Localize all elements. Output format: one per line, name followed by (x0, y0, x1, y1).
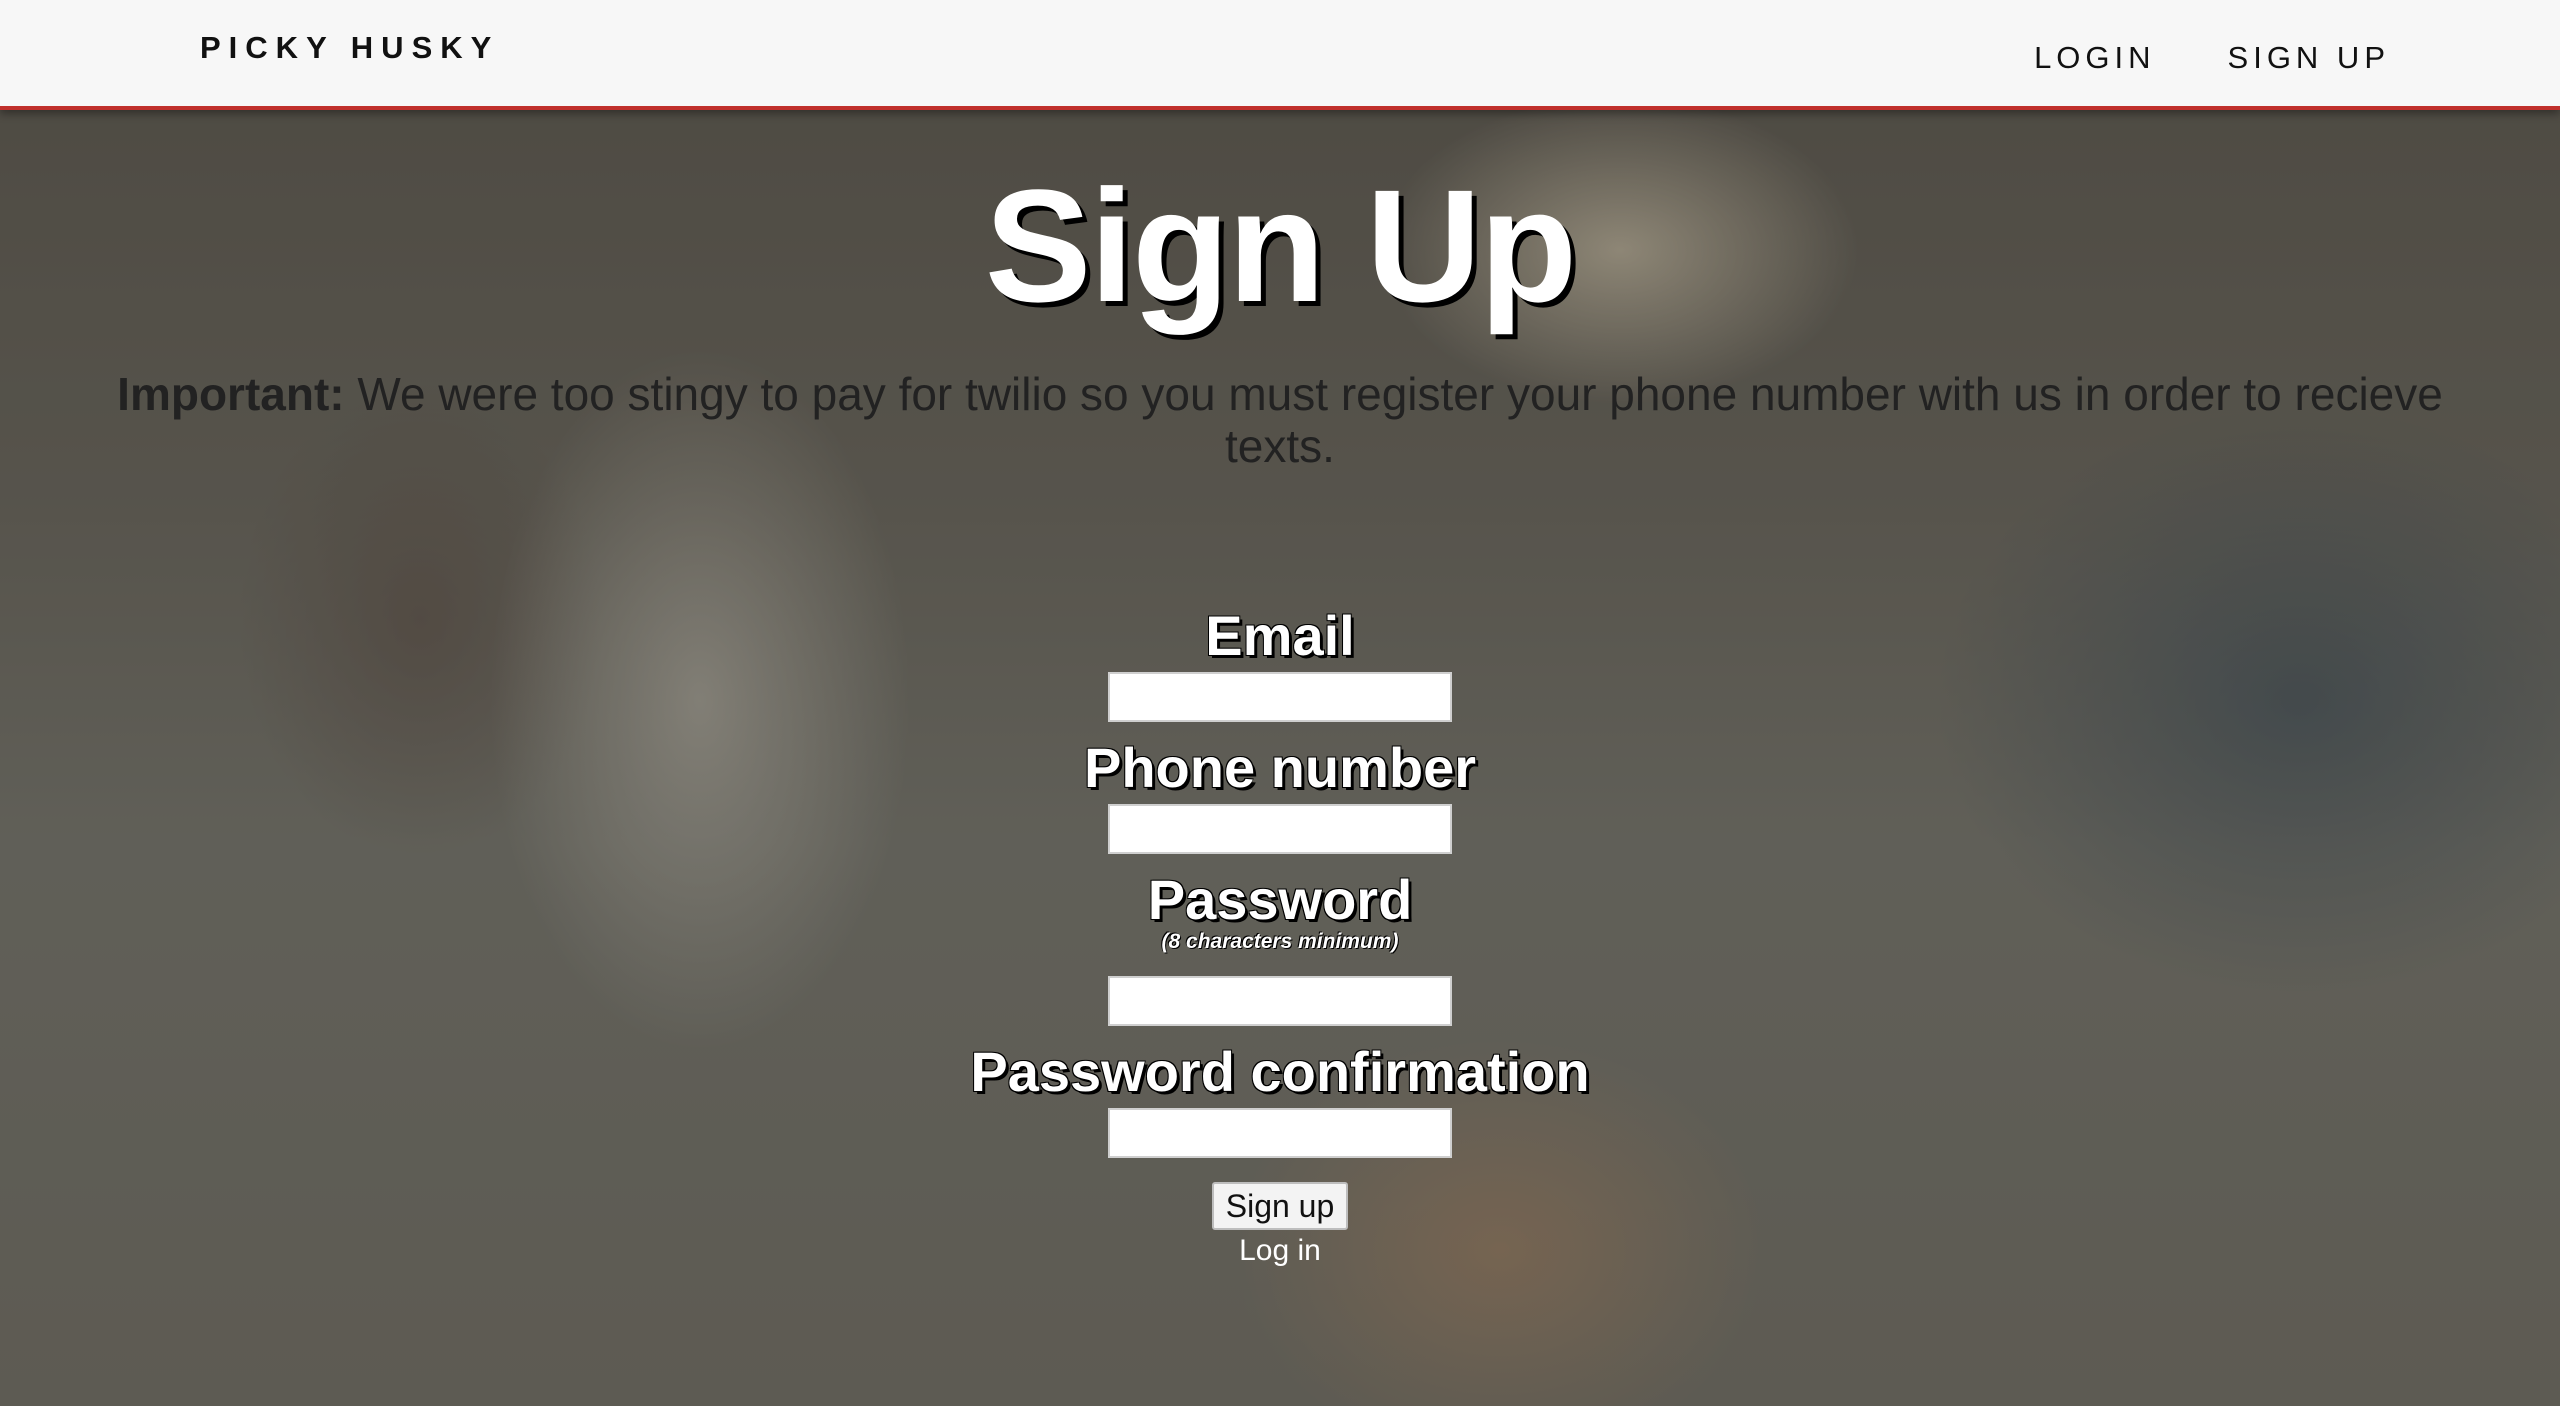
nav-links: LOGIN SIGN UP (2034, 40, 2390, 76)
notice-strong: Important: (117, 368, 345, 420)
nav-login-link[interactable]: LOGIN (2034, 40, 2155, 76)
sign-up-button[interactable]: Sign up (1212, 1182, 1348, 1230)
email-field[interactable] (1108, 672, 1452, 722)
important-notice: Important: We were too stingy to pay for… (80, 368, 2480, 472)
password-hint: (8 characters minimum) (1161, 930, 1399, 953)
password-confirmation-field[interactable] (1108, 1108, 1452, 1158)
phone-number-field[interactable] (1108, 804, 1452, 854)
page-title: Sign Up (984, 156, 1577, 335)
phone-number-label: Phone number (1083, 736, 1477, 799)
signup-page: Sign Up Important: We were too stingy to… (0, 106, 2560, 1406)
nav-signup-link[interactable]: SIGN UP (2228, 40, 2390, 76)
notice-text: We were too stingy to pay for twilio so … (344, 368, 2443, 472)
log-in-link[interactable]: Log in (0, 1234, 2560, 1268)
email-label: Email (1205, 604, 1355, 667)
password-field[interactable] (1108, 976, 1452, 1026)
password-label: Password (1147, 868, 1413, 931)
brand-logo-text[interactable]: PICKY HUSKY (200, 30, 499, 66)
password-confirmation-label: Password confirmation (970, 1040, 1590, 1103)
top-navbar: PICKY HUSKY LOGIN SIGN UP (0, 0, 2560, 110)
